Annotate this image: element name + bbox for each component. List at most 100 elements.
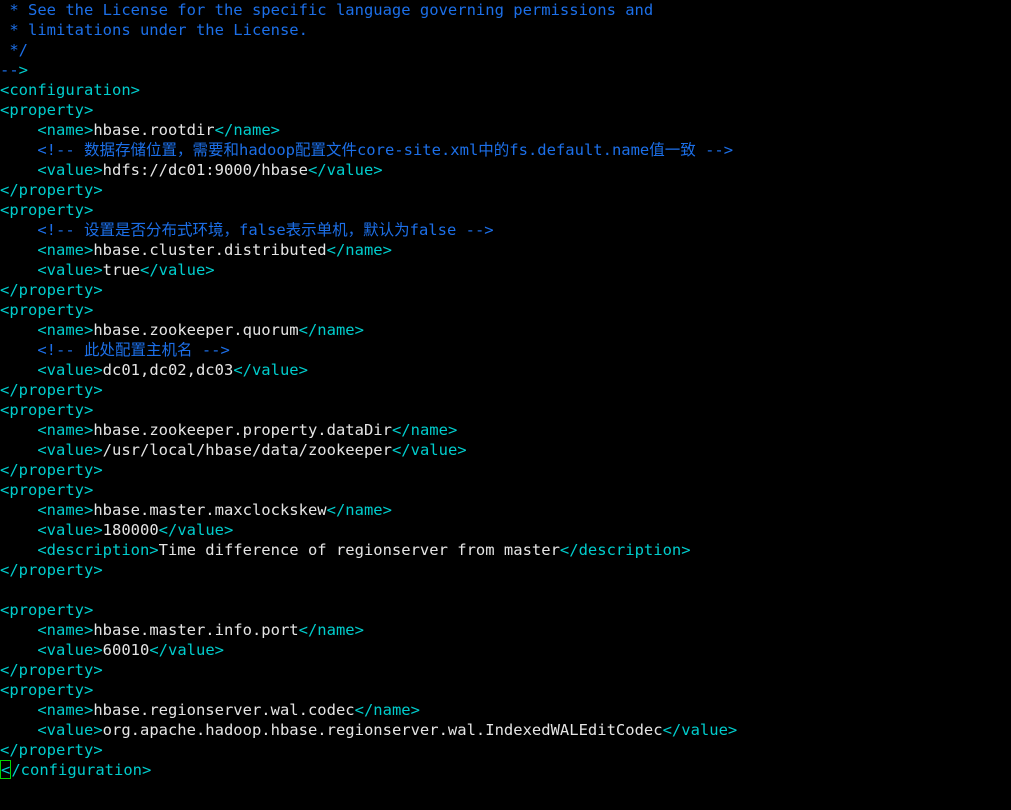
code-token-tag: <name>	[0, 241, 94, 259]
code-area[interactable]: * See the License for the specific langu…	[0, 0, 1011, 780]
code-line[interactable]: </property>	[0, 380, 1011, 400]
code-token-tag: </property>	[0, 661, 103, 679]
code-line[interactable]: <name>hbase.zookeeper.property.dataDir</…	[0, 420, 1011, 440]
code-token-tag: </property>	[0, 381, 103, 399]
code-line[interactable]: * See the License for the specific langu…	[0, 0, 1011, 20]
code-line[interactable]: <value>dc01,dc02,dc03</value>	[0, 360, 1011, 380]
code-line[interactable]: * limitations under the License.	[0, 20, 1011, 40]
code-line[interactable]: <name>hbase.rootdir</name>	[0, 120, 1011, 140]
code-token-text: hdfs://dc01:9000/hbase	[102, 161, 308, 179]
code-line[interactable]: <property>	[0, 480, 1011, 500]
code-token-tag: <name>	[0, 321, 94, 339]
code-token-tag: </property>	[0, 461, 103, 479]
code-line[interactable]: <name>hbase.master.maxclockskew</name>	[0, 500, 1011, 520]
code-line[interactable]: <description>Time difference of regionse…	[0, 540, 1011, 560]
code-line[interactable]: <value>org.apache.hadoop.hbase.regionser…	[0, 720, 1011, 740]
code-line[interactable]	[0, 580, 1011, 600]
code-token-comment: */	[0, 41, 28, 59]
code-token: /configuration>	[11, 761, 152, 779]
code-line[interactable]: <property>	[0, 300, 1011, 320]
code-token-text: org.apache.hadoop.hbase.regionserver.wal…	[102, 721, 663, 739]
code-token-text: hbase.rootdir	[93, 121, 215, 139]
code-token-text: hbase.zookeeper.quorum	[93, 321, 299, 339]
code-line[interactable]: <value>180000</value>	[0, 520, 1011, 540]
code-token-tag: </value>	[158, 521, 234, 539]
code-token-tag: </name>	[298, 621, 364, 639]
code-line[interactable]: </property>	[0, 460, 1011, 480]
code-token-tag: </value>	[139, 261, 215, 279]
code-token-tag: <name>	[0, 121, 94, 139]
code-token-text: 180000	[102, 521, 159, 539]
text-cursor: <	[0, 760, 12, 779]
code-token-comment: <!-- 设置是否分布式环境，false表示单机，默认为false -->	[0, 221, 494, 239]
code-token-tag: </value>	[233, 361, 308, 379]
code-token-tag: </value>	[391, 441, 467, 459]
code-line[interactable]: </property>	[0, 660, 1011, 680]
code-line[interactable]: </property>	[0, 740, 1011, 760]
code-token-text: Time difference of regionserver from mas…	[158, 541, 560, 559]
code-token-tag: <configuration>	[0, 81, 140, 99]
code-line[interactable]: <value>true</value>	[0, 260, 1011, 280]
code-token-tag: <value>	[0, 361, 103, 379]
code-line[interactable]: <!-- 数据存储位置，需要和hadoop配置文件core-site.xml中的…	[0, 140, 1011, 160]
code-token-tag: <name>	[0, 501, 94, 519]
code-line[interactable]: <property>	[0, 200, 1011, 220]
code-token-tag: <property>	[0, 481, 94, 499]
code-token-text: hbase.master.maxclockskew	[93, 501, 327, 519]
code-token-text: true	[102, 261, 140, 279]
code-token-tag: </name>	[326, 501, 392, 519]
code-line[interactable]: </property>	[0, 180, 1011, 200]
code-token-tag: </name>	[214, 121, 280, 139]
code-line[interactable]: <name>hbase.zookeeper.quorum</name>	[0, 320, 1011, 340]
code-line[interactable]: <property>	[0, 400, 1011, 420]
code-token-text: dc01,dc02,dc03	[102, 361, 234, 379]
code-line[interactable]: <value>hdfs://dc01:9000/hbase</value>	[0, 160, 1011, 180]
code-token-tag: </value>	[307, 161, 383, 179]
code-token-tag: <property>	[0, 401, 94, 419]
code-token-tag: <name>	[0, 421, 94, 439]
code-line[interactable]: <value>/usr/local/hbase/data/zookeeper</…	[0, 440, 1011, 460]
code-token-tag: <value>	[0, 641, 103, 659]
code-line[interactable]: <property>	[0, 680, 1011, 700]
code-line[interactable]: <!-- 此处配置主机名 -->	[0, 340, 1011, 360]
code-token-text: hbase.cluster.distributed	[93, 241, 327, 259]
code-token-tag: </property>	[0, 181, 103, 199]
code-line[interactable]: <property>	[0, 100, 1011, 120]
code-token-text: 60010	[102, 641, 150, 659]
code-token-comment: --	[0, 61, 19, 79]
code-token-tag: <property>	[0, 601, 94, 619]
code-line[interactable]: <!-- 设置是否分布式环境，false表示单机，默认为false -->	[0, 220, 1011, 240]
code-line[interactable]: </property>	[0, 280, 1011, 300]
code-line[interactable]: <name>hbase.master.info.port</name>	[0, 620, 1011, 640]
code-token-tag: </name>	[298, 321, 364, 339]
code-line[interactable]: <value>60010</value>	[0, 640, 1011, 660]
code-line[interactable]: </property>	[0, 560, 1011, 580]
code-line[interactable]: -->	[0, 60, 1011, 80]
code-token-tag: </property>	[0, 281, 103, 299]
code-token-text: /usr/local/hbase/data/zookeeper	[102, 441, 392, 459]
code-token-text: hbase.master.info.port	[93, 621, 299, 639]
code-token-tag: </property>	[0, 741, 103, 759]
code-token-tag: <property>	[0, 681, 94, 699]
code-line[interactable]: </configuration>	[0, 760, 1011, 780]
code-token-tag: <value>	[0, 721, 103, 739]
code-line[interactable]: */	[0, 40, 1011, 60]
code-line[interactable]: <name>hbase.cluster.distributed</name>	[0, 240, 1011, 260]
code-line[interactable]: <property>	[0, 600, 1011, 620]
code-token-tag: <name>	[0, 701, 94, 719]
code-token-comment: * See the License for the specific langu…	[0, 1, 654, 19]
code-token-text: hbase.regionserver.wal.codec	[93, 701, 355, 719]
code-token-tag: <property>	[0, 301, 94, 319]
code-token-tag: >	[18, 61, 29, 79]
code-line[interactable]: <configuration>	[0, 80, 1011, 100]
code-token-tag: </description>	[559, 541, 691, 559]
code-token-tag: <value>	[0, 441, 103, 459]
code-line[interactable]: <name>hbase.regionserver.wal.codec</name…	[0, 700, 1011, 720]
code-token-tag: </value>	[662, 721, 738, 739]
code-token-tag: <description>	[0, 541, 159, 559]
code-token-tag: <value>	[0, 261, 103, 279]
code-token-tag: </value>	[149, 641, 224, 659]
code-token-tag: <value>	[0, 521, 103, 539]
code-token-comment: * limitations under the License.	[0, 21, 308, 39]
text-editor-viewport[interactable]: * See the License for the specific langu…	[0, 0, 1011, 810]
